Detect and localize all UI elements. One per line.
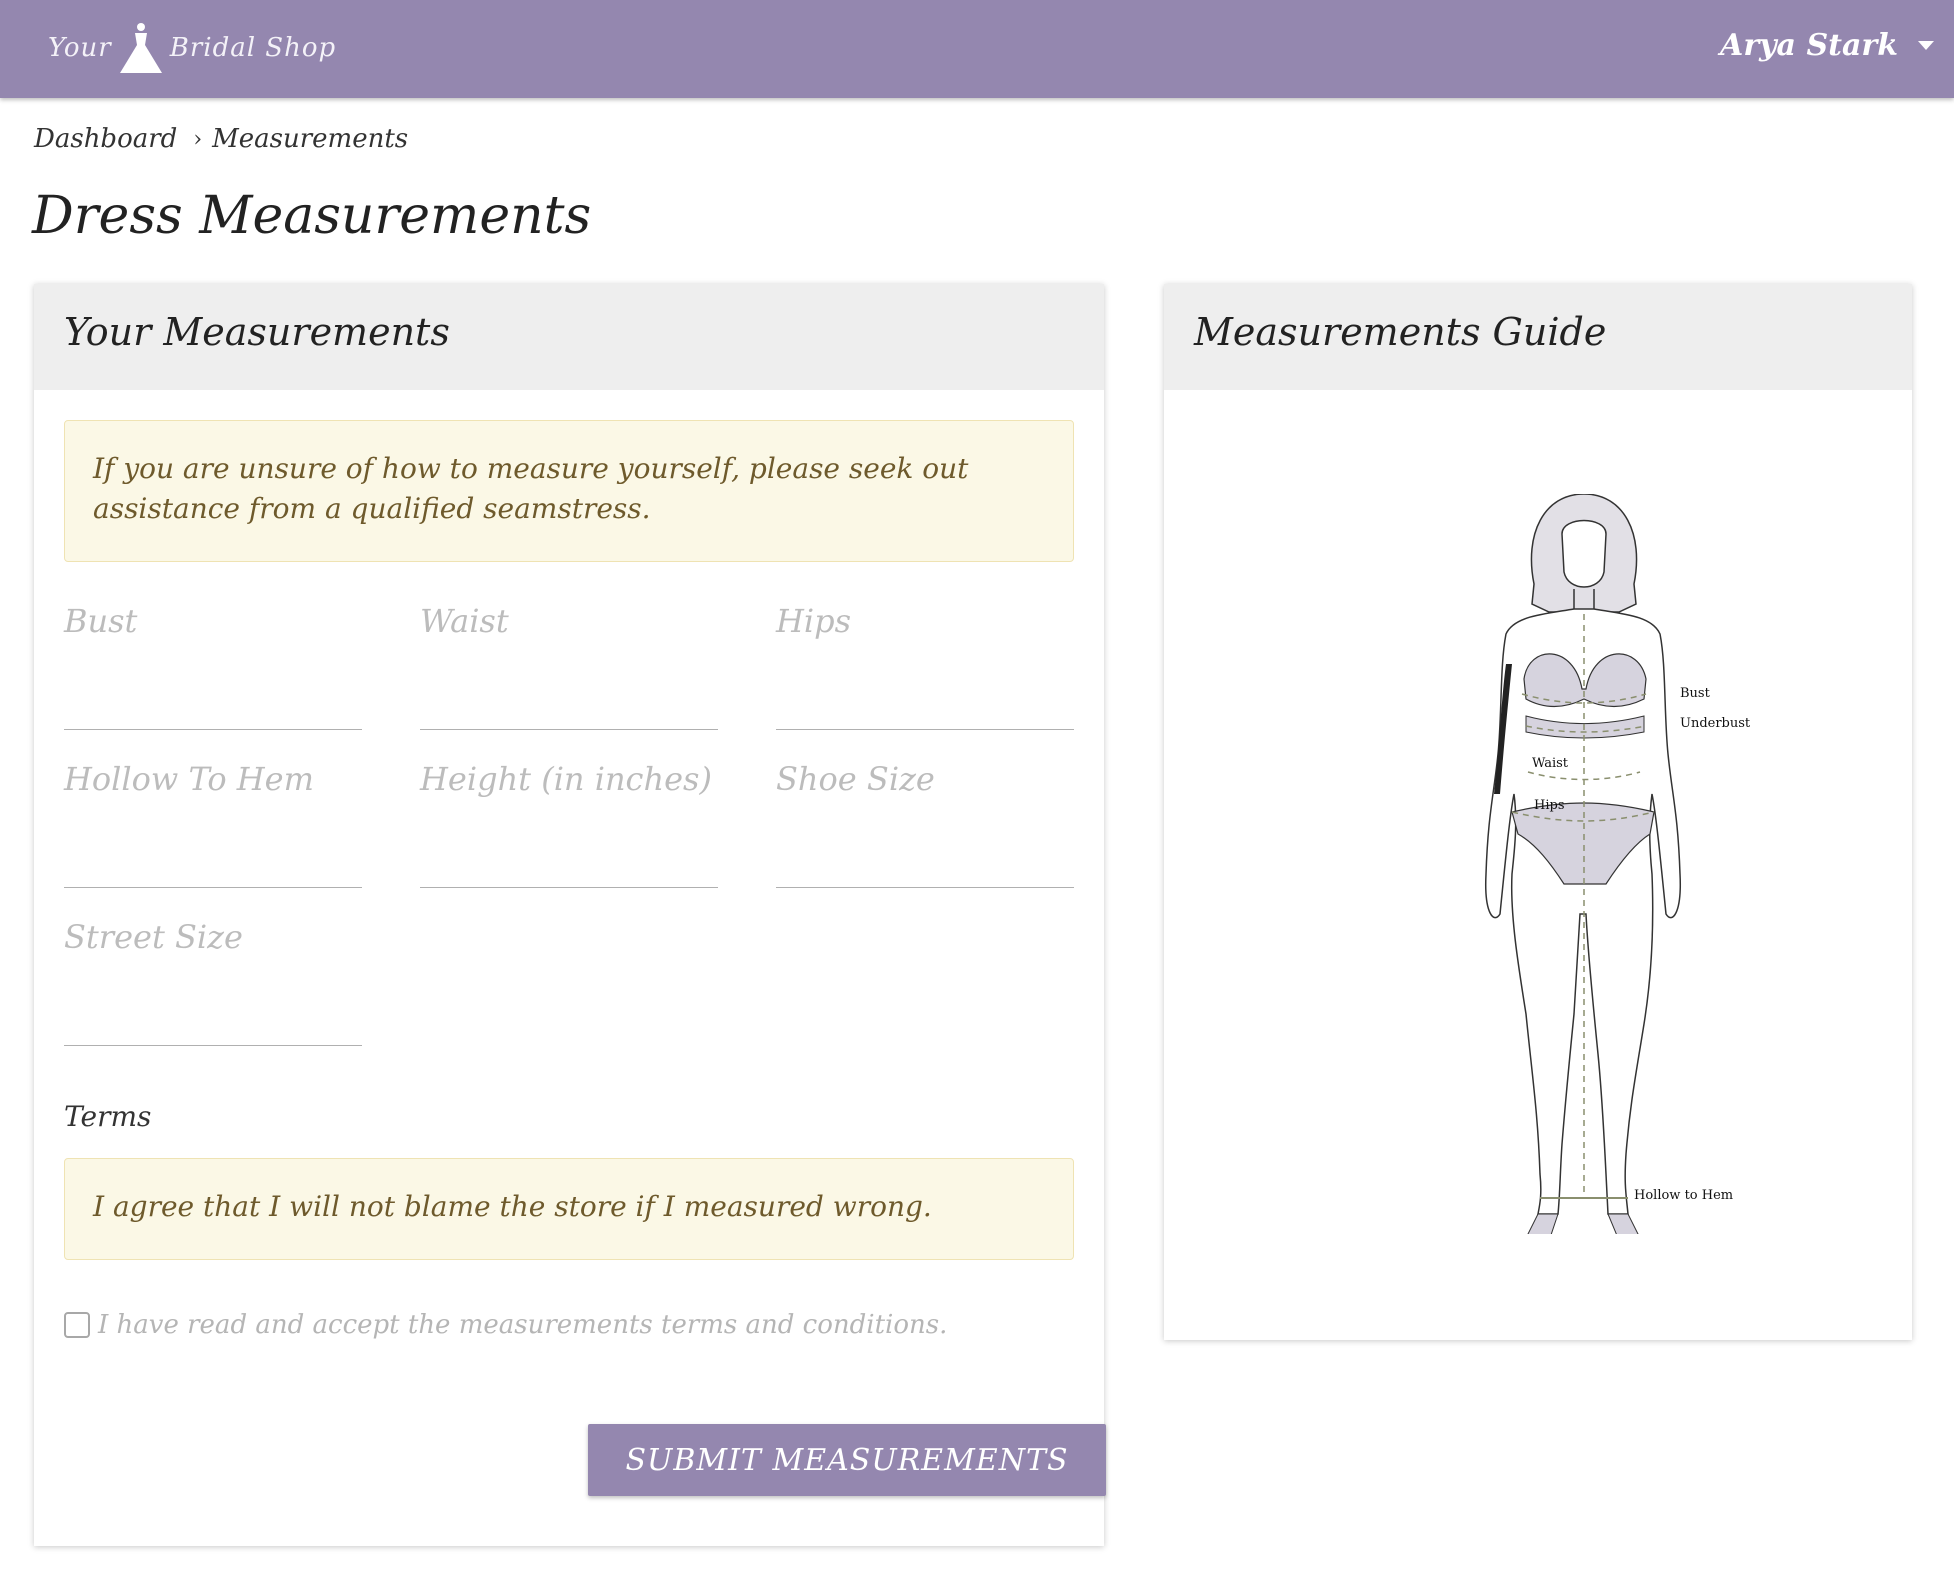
page-title: Dress Measurements: [32, 186, 592, 246]
terms-label: Terms: [64, 1100, 152, 1133]
guide-label-underbust: Underbust: [1680, 716, 1751, 731]
street-size-label: Street Size: [64, 918, 243, 956]
measure-notice: If you are unsure of how to measure your…: [64, 420, 1074, 562]
measurements-guide-card: Measurements Guide Bust Underbust Waist …: [1164, 284, 1912, 1340]
breadcrumb: Dashboard › Measurements: [34, 124, 408, 154]
height-input[interactable]: [420, 830, 718, 888]
guide-card-header: Measurements Guide: [1164, 284, 1912, 390]
height-label: Height (in inches): [420, 760, 712, 798]
breadcrumb-current: Measurements: [212, 124, 409, 154]
shoe-size-input[interactable]: [776, 830, 1074, 888]
user-menu[interactable]: Arya Stark: [1720, 20, 1934, 70]
bust-field: Bust: [64, 602, 362, 732]
hollow-to-hem-label: Hollow To Hem: [64, 760, 314, 798]
submit-measurements-button[interactable]: SUBMIT MEASUREMENTS: [588, 1424, 1106, 1496]
brand-logo[interactable]: Your Bridal Shop: [48, 18, 336, 78]
height-field: Height (in inches): [420, 760, 718, 890]
street-size-field: Street Size: [64, 918, 362, 1048]
accept-terms-label[interactable]: I have read and accept the measurements …: [98, 1310, 947, 1340]
hips-label: Hips: [776, 602, 852, 640]
guide-label-bust: Bust: [1680, 686, 1710, 701]
logo-text-left: Your: [48, 33, 112, 63]
street-size-input[interactable]: [64, 988, 362, 1046]
guide-label-hollow-to-hem: Hollow to Hem: [1634, 1188, 1734, 1203]
waist-input[interactable]: [420, 672, 718, 730]
accept-terms-checkbox[interactable]: [64, 1312, 90, 1338]
measurements-card: Your Measurements If you are unsure of h…: [34, 284, 1106, 1546]
chevron-down-icon: [1918, 40, 1934, 50]
guide-label-waist: Waist: [1532, 756, 1569, 771]
measurements-card-header: Your Measurements: [34, 284, 1104, 390]
hips-field: Hips: [776, 602, 1074, 732]
guide-label-hips: Hips: [1534, 798, 1565, 813]
waist-field: Waist: [420, 602, 718, 732]
breadcrumb-separator: ›: [193, 126, 203, 152]
user-name: Arya Stark: [1720, 27, 1898, 63]
dress-icon: [119, 23, 162, 73]
top-navbar: Your Bridal Shop Arya Stark: [0, 0, 1954, 98]
hips-input[interactable]: [776, 672, 1074, 730]
hollow-to-hem-input[interactable]: [64, 830, 362, 888]
terms-notice: I agree that I will not blame the store …: [64, 1158, 1074, 1260]
measurements-card-title: Your Measurements: [64, 310, 450, 354]
bust-input[interactable]: [64, 672, 362, 730]
body-figure-illustration: [1485, 493, 1681, 1239]
guide-card-title: Measurements Guide: [1194, 310, 1607, 354]
shoe-size-label: Shoe Size: [776, 760, 935, 798]
breadcrumb-dashboard[interactable]: Dashboard: [34, 124, 177, 154]
accept-terms-row[interactable]: I have read and accept the measurements …: [64, 1310, 947, 1340]
bust-label: Bust: [64, 602, 138, 640]
hollow-to-hem-field: Hollow To Hem: [64, 760, 362, 890]
measurement-figure: Bust Underbust Waist Hips Hollow to Hem: [1414, 493, 1754, 1239]
waist-label: Waist: [420, 602, 509, 640]
logo-text-right: Bridal Shop: [169, 33, 337, 63]
shoe-size-field: Shoe Size: [776, 760, 1074, 890]
